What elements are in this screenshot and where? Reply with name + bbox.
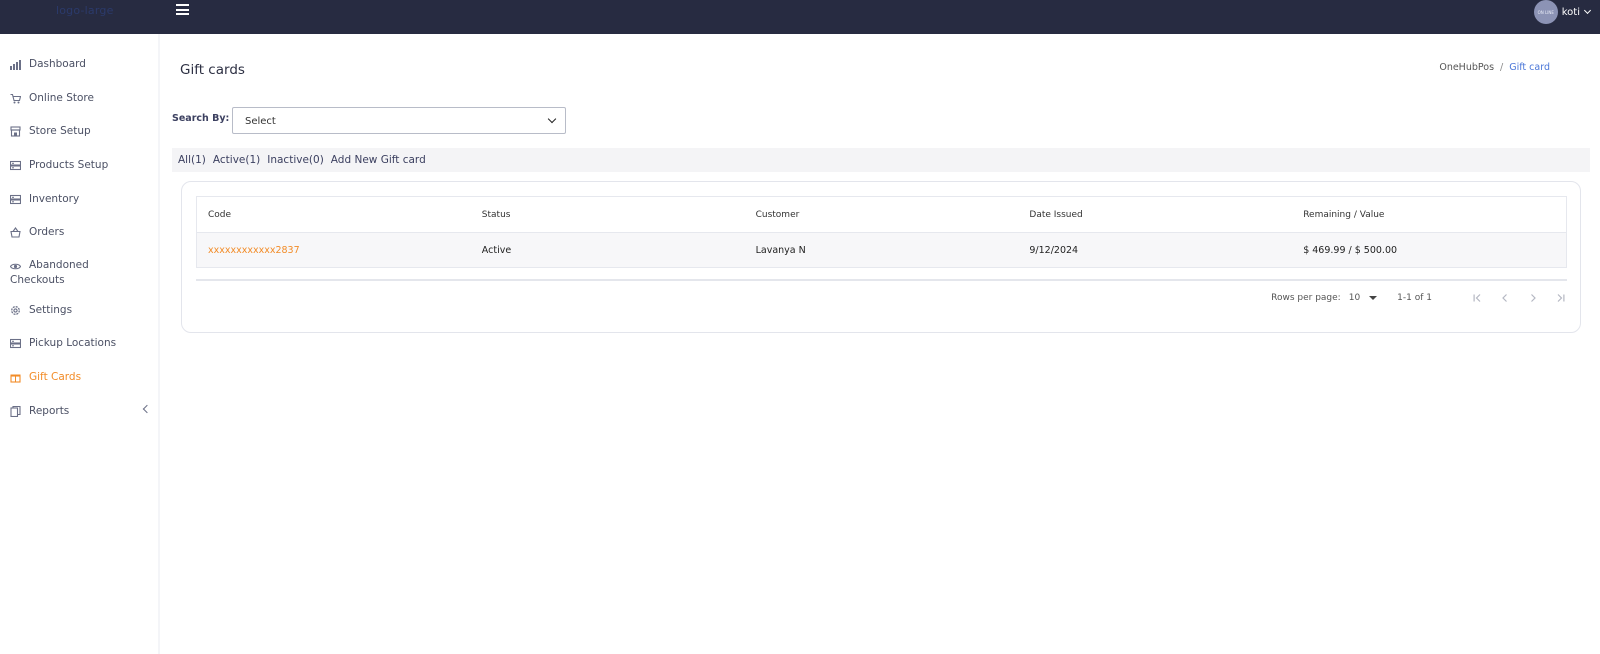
column-header-customer[interactable]: Customer (745, 210, 1019, 220)
bar-chart-icon (10, 59, 21, 70)
sidebar: Dashboard Online Store Store Setup Produ… (0, 34, 160, 654)
sidebar-item-label: Online Store (29, 92, 94, 104)
next-page-icon[interactable] (1526, 291, 1540, 305)
sidebar-item-label: Abandoned Checkouts (10, 258, 110, 288)
remaining-value-cell: $ 469.99 / $ 500.00 (1303, 244, 1398, 256)
location-icon (10, 338, 21, 349)
hamburger-menu-icon[interactable] (176, 4, 189, 15)
filter-active[interactable]: Active(1) (213, 154, 260, 166)
rows-per-page-label: Rows per page: (1271, 293, 1341, 303)
sidebar-item-label: Orders (29, 226, 65, 238)
filter-all[interactable]: All(1) (178, 154, 206, 166)
storefront-icon (10, 126, 21, 137)
report-icon (10, 406, 21, 417)
sidebar-item-label: Reports (29, 405, 70, 417)
column-header-code[interactable]: Code (197, 210, 471, 220)
search-by-select-value: Select (245, 116, 276, 127)
sidebar-item-label: Gift Cards (29, 371, 82, 383)
eye-icon (10, 261, 21, 272)
column-header-remaining-value[interactable]: Remaining / Value (1292, 210, 1566, 220)
sidebar-item-label: Store Setup (29, 125, 91, 137)
sidebar-item-pickup-locations[interactable]: Pickup Locations (10, 337, 150, 349)
sidebar-item-reports[interactable]: Reports (10, 404, 152, 417)
table-row[interactable]: xxxxxxxxxxxx2837 Active Lavanya N 9/12/2… (197, 233, 1566, 267)
filter-bar: All(1) Active(1) Inactive(0) Add New Gif… (172, 148, 1590, 172)
top-bar: logo-large ON LINE koti (0, 0, 1600, 34)
table-header: Code Status Customer Date Issued Remaini… (197, 197, 1566, 233)
sidebar-item-gift-cards[interactable]: Gift Cards (10, 371, 150, 383)
status-cell: Active (481, 244, 512, 256)
sidebar-item-settings[interactable]: Settings (10, 304, 150, 316)
sidebar-item-online-store[interactable]: Online Store (10, 92, 150, 104)
sidebar-item-products-setup[interactable]: Products Setup (10, 159, 150, 171)
sidebar-item-label: Settings (29, 304, 73, 316)
breadcrumb-home[interactable]: OneHubPos (1439, 62, 1494, 73)
box-icon (10, 160, 21, 171)
breadcrumb-separator: / (1500, 62, 1504, 73)
user-menu[interactable]: ON LINE koti (1533, 0, 1592, 24)
chevron-left-icon[interactable] (142, 404, 152, 414)
sidebar-item-label: Inventory (29, 193, 80, 205)
pagination-range: 1-1 of 1 (1397, 293, 1432, 303)
page-title: Gift cards (180, 62, 245, 78)
chevron-down-icon (547, 114, 557, 124)
customer-cell: Lavanya N (755, 244, 806, 256)
filter-inactive[interactable]: Inactive(0) (267, 154, 324, 166)
user-name[interactable]: koti (1562, 7, 1580, 18)
chevron-down-icon[interactable] (1583, 6, 1592, 15)
basket-icon (10, 227, 21, 238)
sidebar-item-label: Products Setup (29, 159, 109, 171)
table-divider (196, 279, 1567, 281)
date-issued-cell: 9/12/2024 (1029, 244, 1079, 256)
logo[interactable]: logo-large (56, 4, 114, 17)
sidebar-item-store-setup[interactable]: Store Setup (10, 125, 150, 137)
gear-icon (10, 305, 21, 316)
last-page-icon[interactable] (1554, 291, 1568, 305)
sidebar-item-label: Pickup Locations (29, 337, 117, 349)
search-by-select[interactable]: Select (232, 107, 566, 134)
previous-page-icon[interactable] (1498, 291, 1512, 305)
gift-cards-table: Code Status Customer Date Issued Remaini… (196, 196, 1567, 268)
breadcrumb-current[interactable]: Gift card (1509, 62, 1550, 73)
sidebar-item-label: Dashboard (29, 58, 86, 70)
sidebar-item-orders[interactable]: Orders (10, 226, 150, 238)
column-header-date-issued[interactable]: Date Issued (1018, 210, 1292, 220)
sidebar-item-dashboard[interactable]: Dashboard (10, 58, 150, 70)
rows-per-page-value: 10 (1348, 293, 1361, 303)
pagination: Rows per page: 10 1-1 of 1 (1271, 289, 1568, 307)
sidebar-item-abandoned-checkouts[interactable]: Abandoned Checkouts (10, 258, 110, 288)
first-page-icon[interactable] (1470, 291, 1484, 305)
gift-cards-table-card: Code Status Customer Date Issued Remaini… (181, 181, 1581, 333)
gift-icon (10, 372, 21, 383)
avatar[interactable]: ON LINE (1533, 0, 1558, 24)
cart-icon (10, 93, 21, 104)
dropdown-arrow-icon (1369, 296, 1378, 300)
column-header-status[interactable]: Status (471, 210, 745, 220)
search-by-label: Search By: (172, 113, 230, 124)
gift-card-code-link[interactable]: xxxxxxxxxxxx2837 (197, 245, 471, 256)
add-new-gift-card-link[interactable]: Add New Gift card (331, 154, 426, 166)
inventory-icon (10, 194, 21, 205)
breadcrumb: OneHubPos / Gift card (1439, 62, 1550, 73)
sidebar-item-label-text: Abandoned Checkouts (10, 259, 89, 286)
rows-per-page-select[interactable]: 10 (1348, 293, 1378, 303)
sidebar-item-inventory[interactable]: Inventory (10, 193, 150, 205)
